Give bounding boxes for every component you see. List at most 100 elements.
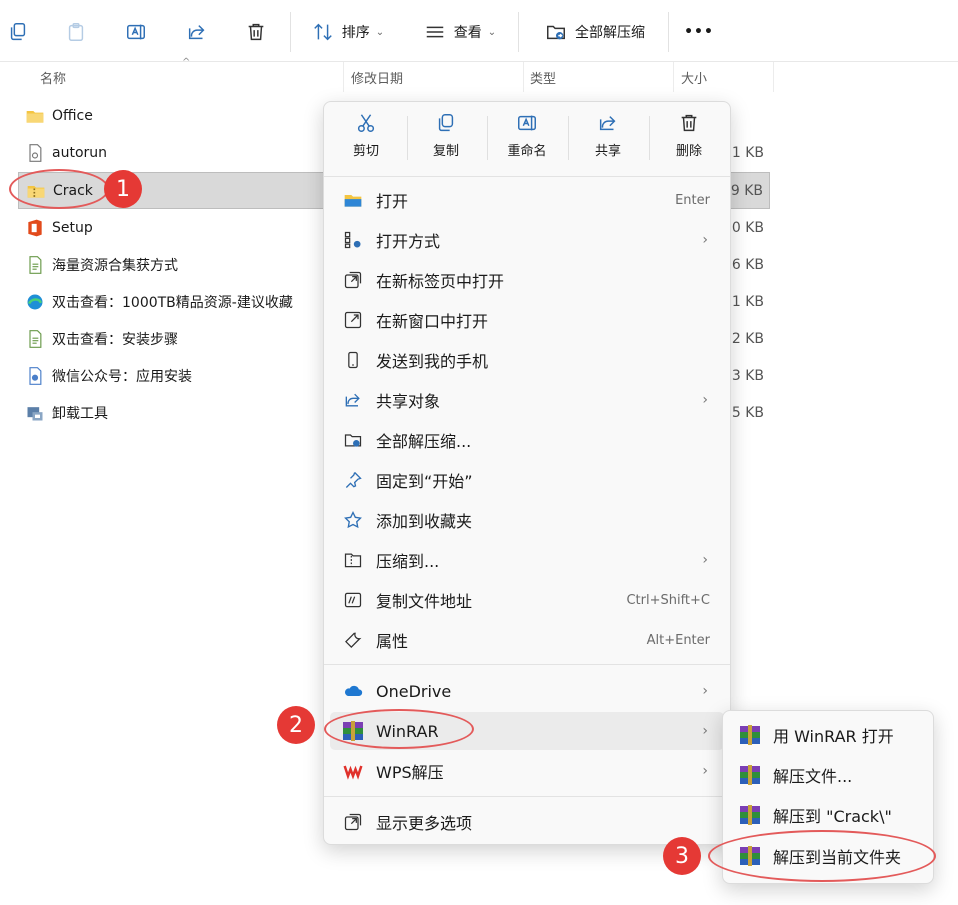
menu-item-extract-all[interactable]: 全部解压缩... [330,421,724,459]
pin-icon [342,469,364,491]
list-view-icon [426,26,444,38]
extract-files-label: 解压文件... [773,767,853,786]
file-size: 2 KB [731,330,764,347]
extract-all-toolbar-button[interactable]: 全部解压缩 [536,13,654,51]
toolbar-separator [518,12,519,52]
add-favorites-label: 添加到收藏夹 [376,512,473,531]
menu-item-open-new-window[interactable]: 在新窗口中打开 [330,301,724,339]
menu-item-wps[interactable]: WPS解压 › [330,752,724,790]
menu-item-open-with[interactable]: 打开方式 › [330,221,724,259]
highlight-ring-extract-here [708,830,936,882]
cut-action[interactable]: 剪切 [326,102,406,168]
sort-icon [314,23,332,41]
column-header-type[interactable]: 类型 [530,62,556,92]
menu-divider [324,796,730,797]
rename-icon [127,24,145,40]
open-with-winrar-label: 用 WinRAR 打开 [773,727,894,746]
view-button[interactable]: 查看 ⌄ [418,13,502,51]
copy-action[interactable]: 复制 [406,102,486,168]
menu-item-send-to-phone[interactable]: 发送到我的手机 [330,341,724,379]
wrench-icon [342,629,364,651]
menu-item-add-favorites[interactable]: 添加到收藏夹 [330,501,724,539]
copy-toolbar-button[interactable] [4,13,32,51]
file-size: 0 KB [731,219,764,236]
extract-folder-icon [547,25,565,40]
column-divider[interactable] [773,62,774,92]
extract-to-crack-label: 解压到 "Crack\" [773,807,892,826]
chevron-right-icon: › [702,763,708,779]
more-options-button[interactable]: ••• [682,13,716,51]
phone-icon [342,349,364,371]
menu-divider [324,176,730,177]
step-badge-1: 1 [104,170,142,208]
pin-start-label: 固定到“开始” [376,472,473,491]
rename-label: 重命名 [507,143,547,159]
new-tab-icon [342,269,364,291]
share-to-label: 共享对象 [376,392,441,411]
cut-label: 剪切 [352,143,379,159]
file-name: 微信公众号：应用安装 [52,368,192,385]
menu-item-copy-path[interactable]: 复制文件地址 Ctrl+Shift+C [330,581,724,619]
share-label: 共享 [594,143,621,159]
menu-item-properties[interactable]: 属性 Alt+Enter [330,621,724,659]
uninstaller-icon [24,402,46,424]
menu-item-compress-to[interactable]: 压缩到... › [330,541,724,579]
submenu-open-with-winrar[interactable]: 用 WinRAR 打开 [729,716,929,754]
column-header-size[interactable]: 大小 [681,62,707,92]
rename-toolbar-button[interactable] [122,13,150,51]
menu-item-pin-start[interactable]: 固定到“开始” [330,461,724,499]
folder-open-icon [342,189,364,211]
winrar-icon [739,764,761,786]
column-divider[interactable] [343,62,344,92]
toolbar-separator [290,12,291,52]
delete-toolbar-button[interactable] [242,13,270,51]
open-new-tab-label: 在新标签页中打开 [376,272,505,291]
column-header-name[interactable]: 名称 [40,62,66,92]
share-toolbar-button[interactable] [183,13,211,51]
winrar-icon [739,724,761,746]
step-badge-3: 3 [663,837,701,875]
folder-icon [24,105,46,127]
toolbar-separator [668,12,669,52]
menu-item-share-to[interactable]: 共享对象 › [330,381,724,419]
sort-button[interactable]: 排序 ⌄ [306,13,390,51]
file-name: 海量资源合集获方式 [52,257,178,274]
step-badge-2: 2 [277,706,315,744]
file-size: 5 KB [731,404,764,421]
scissors-icon [357,113,375,132]
file-name: autorun [52,144,108,161]
file-name: 卸载工具 [52,405,108,422]
link-file-icon [24,365,46,387]
rename-action[interactable]: 重命名 [487,102,567,168]
paste-toolbar-button[interactable] [62,13,90,51]
delete-label: 删除 [675,143,702,159]
submenu-extract-to-crack[interactable]: 解压到 "Crack\" [729,796,929,834]
share-icon [599,115,616,130]
trash-icon [248,23,264,41]
column-divider[interactable] [673,62,674,92]
menu-item-open-new-tab[interactable]: 在新标签页中打开 [330,261,724,299]
copy-path-icon [342,589,364,611]
onedrive-label: OneDrive [376,681,452,701]
menu-item-open[interactable]: 打开 Enter [330,181,724,219]
settings-file-icon [24,142,46,164]
extract-folder-icon [342,429,364,451]
file-name: 双击查看：1000TB精品资源-建议收藏 [52,294,293,311]
extract-all-label: 全部解压缩 [575,25,645,41]
text-file-icon [24,328,46,350]
highlight-ring-winrar [324,709,474,749]
menu-item-more-options[interactable]: 显示更多选项 [330,803,724,841]
open-with-label: 打开方式 [376,232,441,251]
menu-item-onedrive[interactable]: OneDrive › [330,672,724,710]
wps-icon [342,760,364,782]
highlight-ring-crack [9,169,109,209]
column-header-modified[interactable]: 修改日期 [351,62,403,92]
new-window-icon [342,309,364,331]
menu-divider [324,664,730,665]
delete-action[interactable]: 删除 [649,102,729,168]
sort-caret-icon: ^ [182,57,191,68]
submenu-extract-files[interactable]: 解压文件... [729,756,929,794]
share-action[interactable]: 共享 [568,102,648,168]
column-divider[interactable] [523,62,524,92]
more-options-label: 显示更多选项 [376,814,473,833]
